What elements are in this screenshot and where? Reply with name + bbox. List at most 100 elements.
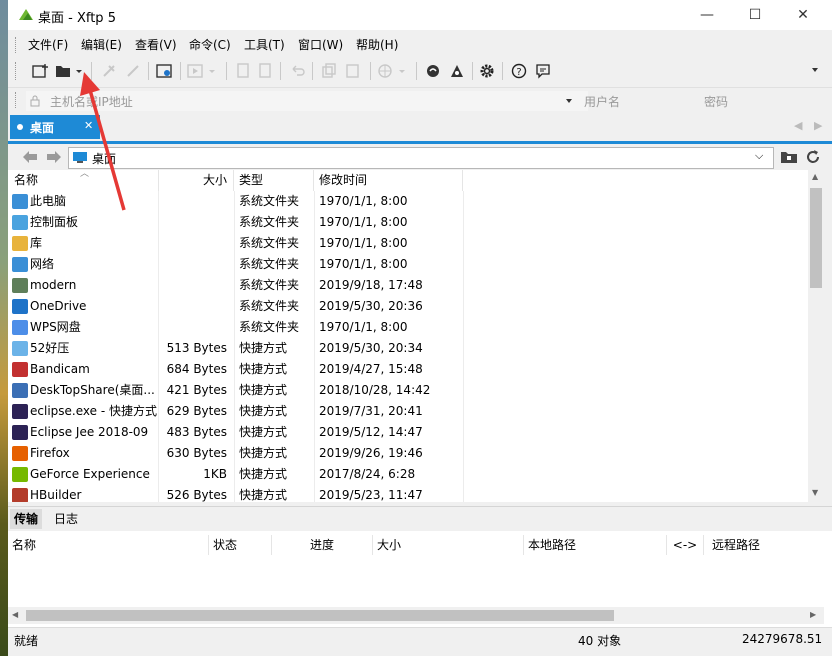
transfer-column-name[interactable]: 名称 [8, 535, 209, 555]
menu-view[interactable]: 查看(V) [135, 36, 177, 53]
toolbar-overflow-icon[interactable] [812, 68, 818, 72]
address-grip [15, 92, 18, 108]
file-row[interactable]: WPS网盘 系统文件夹 1970/1/1, 8:00 [8, 317, 808, 338]
file-name: modern [30, 278, 77, 292]
transfer-column-size[interactable]: 大小 [373, 535, 524, 555]
username-input[interactable]: 用户名 [578, 91, 696, 111]
tab-scroll-right-icon[interactable]: ▶ [814, 119, 822, 132]
path-dropdown-icon[interactable]: ⌵ [755, 149, 763, 163]
toolbar-separator [416, 62, 417, 80]
properties-button[interactable] [154, 60, 176, 82]
help-button[interactable]: ? [508, 60, 530, 82]
user-icon [12, 278, 28, 293]
menu-edit[interactable]: 编辑(E) [81, 36, 122, 53]
copy-right-button[interactable] [254, 60, 276, 82]
options-button[interactable] [476, 60, 498, 82]
file-list-scrollbar[interactable]: ▲ ▼ [808, 170, 824, 502]
file-modified: 2019/7/31, 20:41 [319, 404, 423, 418]
menu-file[interactable]: 文件(F) [28, 36, 68, 53]
svg-text:?: ? [516, 67, 521, 78]
toolbar-separator [148, 62, 149, 80]
file-row[interactable]: DeskTopShare(桌面... 421 Bytes 快捷方式 2018/10/2… [8, 380, 808, 401]
close-button[interactable]: ✕ [780, 0, 826, 30]
password-input[interactable]: 密码 [698, 91, 828, 111]
file-row[interactable]: modern 系统文件夹 2019/9/18, 17:48 [8, 275, 808, 296]
copy-left-button[interactable] [232, 60, 254, 82]
total-size: 24279678.51 [742, 632, 823, 646]
password-placeholder: 密码 [704, 95, 729, 109]
file-type: 系统文件夹 [239, 194, 300, 208]
file-row[interactable]: Firefox 630 Bytes 快捷方式 2019/9/26, 19:46 [8, 443, 808, 464]
file-modified: 2019/9/18, 17:48 [319, 278, 423, 292]
file-name: DeskTopShare(桌面... [30, 383, 155, 397]
file-size: 629 Bytes [166, 404, 227, 418]
help-icon: ? [511, 63, 527, 79]
file-size [158, 296, 227, 317]
host-dropdown-icon[interactable] [566, 99, 572, 103]
column-header-modified[interactable]: 修改时间 [314, 170, 463, 191]
file-name: 52好压 [30, 341, 70, 355]
transfer-column-local-path[interactable]: 本地路径 [524, 535, 667, 555]
file-row[interactable]: 库 系统文件夹 1970/1/1, 8:00 [8, 233, 808, 254]
menu-help[interactable]: 帮助(H) [356, 36, 398, 53]
minimize-button[interactable]: — [684, 0, 730, 30]
tab-log[interactable]: 日志 [50, 509, 82, 529]
undo-button[interactable] [286, 60, 308, 82]
new-folder-icon[interactable] [780, 149, 798, 165]
copy-button[interactable] [318, 60, 340, 82]
hscrollbar-thumb[interactable] [26, 610, 614, 621]
file-row[interactable]: OneDrive 系统文件夹 2019/5/30, 20:36 [8, 296, 808, 317]
menu-tools[interactable]: 工具(T) [244, 36, 285, 53]
object-count: 40 对象 [578, 634, 622, 648]
file-size: 630 Bytes [166, 446, 227, 460]
computer-icon [12, 194, 28, 209]
file-type: 系统文件夹 [239, 278, 300, 292]
column-header-type[interactable]: 类型 [234, 170, 314, 191]
file-modified: 1970/1/1, 8:00 [319, 236, 408, 250]
tab-transfer[interactable]: 传输 [10, 509, 43, 529]
menu-command[interactable]: 命令(C) [189, 36, 231, 53]
scrollbar-thumb[interactable] [810, 188, 822, 288]
scroll-right-icon[interactable]: ▶ [810, 610, 816, 619]
tab-scroll-left-icon[interactable]: ◀ [794, 119, 802, 132]
encoding-button[interactable] [376, 60, 410, 82]
feedback-button[interactable] [532, 60, 554, 82]
menu-window[interactable]: 窗口(W) [298, 36, 343, 53]
desktopshare-icon [12, 383, 28, 398]
file-row[interactable]: 网络 系统文件夹 1970/1/1, 8:00 [8, 254, 808, 275]
toolbar-separator [472, 62, 473, 80]
forward-icon[interactable] [46, 150, 62, 164]
xmanager-button[interactable] [446, 60, 468, 82]
xshell-button[interactable] [422, 60, 444, 82]
transfer-hscrollbar[interactable]: ◀ ▶ [8, 607, 824, 624]
scroll-up-icon[interactable]: ▲ [812, 172, 818, 181]
file-row[interactable]: GeForce Experience 1KB 快捷方式 2017/8/24, 6:28 [8, 464, 808, 485]
transfer-column-remote-path[interactable]: 远程路径 [704, 535, 824, 555]
transfer-column-progress[interactable]: 进度 [272, 535, 373, 555]
document-icon [259, 63, 271, 78]
new-session-button[interactable] [30, 60, 52, 82]
file-row[interactable]: Bandicam 684 Bytes 快捷方式 2019/4/27, 15:48 [8, 359, 808, 380]
file-row[interactable]: 52好压 513 Bytes 快捷方式 2019/5/30, 20:34 [8, 338, 808, 359]
column-header-size[interactable]: 大小 [158, 170, 234, 191]
refresh-icon[interactable] [804, 148, 822, 166]
scroll-left-icon[interactable]: ◀ [12, 610, 18, 619]
maximize-button[interactable]: ☐ [732, 0, 778, 30]
file-type: 系统文件夹 [239, 236, 300, 250]
transfer-column-status[interactable]: 状态 [209, 535, 272, 555]
file-list: 名称 ︿ 大小 类型 修改时间 此电脑 系统文件夹 1970/1/1, 8:00 控制… [8, 170, 808, 502]
file-modified: 2019/5/12, 14:47 [319, 425, 423, 439]
file-type: 系统文件夹 [239, 257, 300, 271]
file-name: WPS网盘 [30, 320, 81, 334]
transfer-column-direction[interactable]: <-> [667, 535, 704, 555]
scroll-down-icon[interactable]: ▼ [812, 488, 818, 497]
back-icon[interactable] [22, 150, 38, 164]
transfer-button[interactable] [186, 60, 220, 82]
file-row[interactable]: HBuilder 526 Bytes 快捷方式 2019/5/23, 11:47 [8, 485, 808, 502]
file-row[interactable]: Eclipse Jee 2018-09 483 Bytes 快捷方式 2019/5/1… [8, 422, 808, 443]
file-row[interactable]: eclipse.exe - 快捷方式 629 Bytes 快捷方式 2019/7/31… [8, 401, 808, 422]
paste-button[interactable] [342, 60, 364, 82]
path-input[interactable]: 桌面 ⌵ [68, 147, 774, 169]
transfer-tabs: 传输 日志 [8, 506, 832, 531]
toolbar-separator [370, 62, 371, 80]
